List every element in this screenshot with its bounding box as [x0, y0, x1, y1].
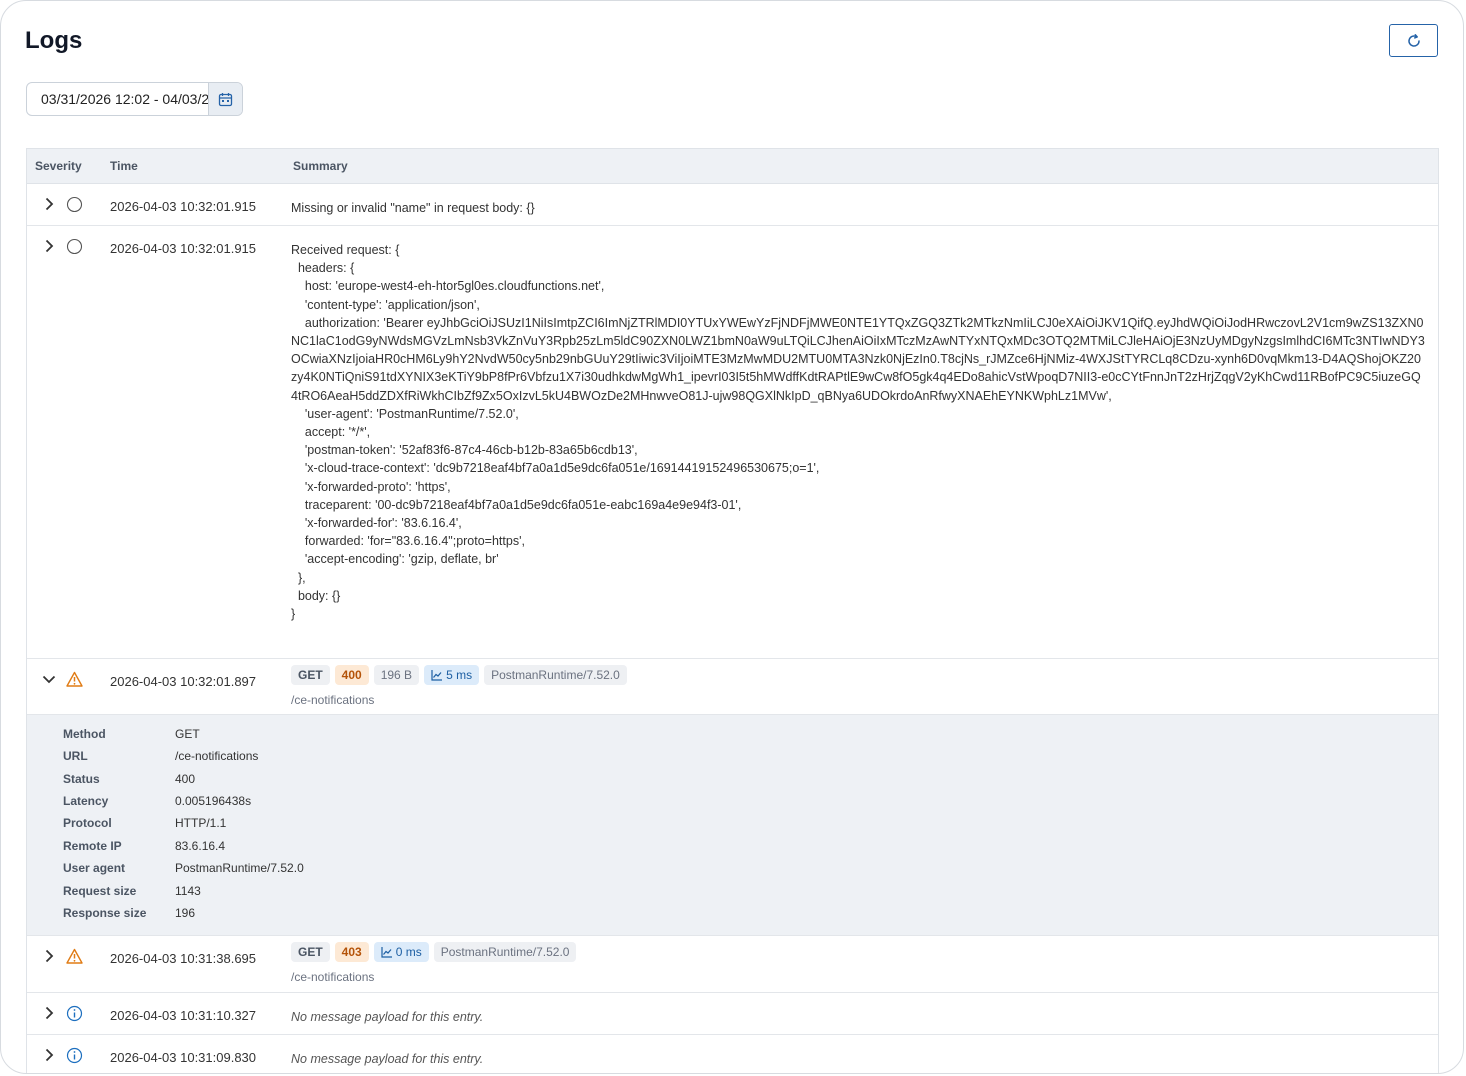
logs-panel: Logs 03/31/2026 12:02 - 04/03/2026 12:02… — [0, 0, 1464, 1074]
circle-icon — [66, 238, 83, 255]
calendar-button[interactable] — [208, 83, 242, 115]
status-badge: 400 — [334, 665, 369, 685]
log-time: 2026-04-03 10:31:10.327 — [110, 1008, 257, 1023]
table-row[interactable]: 2026-04-03 10:31:10.327 No message paylo… — [27, 993, 1438, 1035]
chevron-right-icon[interactable] — [41, 238, 57, 254]
table-row[interactable]: 2026-04-03 10:32:01.897 GET 400 196 B 5 … — [27, 659, 1438, 715]
log-time: 2026-04-03 10:32:01.915 — [110, 241, 257, 256]
log-time: 2026-04-03 10:31:38.695 — [110, 951, 257, 966]
log-time: 2026-04-03 10:31:09.830 — [110, 1050, 257, 1065]
size-badge: 196 B — [373, 665, 420, 685]
warning-triangle-icon — [66, 671, 83, 687]
calendar-icon — [218, 92, 233, 106]
page-title: Logs — [25, 27, 83, 54]
log-time: 2026-04-03 10:32:01.897 — [110, 674, 257, 689]
log-time: 2026-04-03 10:32:01.915 — [110, 199, 257, 214]
request-path: /ce-notifications — [291, 693, 375, 707]
table-header: Severity Time Summary — [27, 149, 1438, 184]
latency-value: 5 ms — [446, 667, 473, 682]
log-details: Method GET URL/ce-notifications Status 400… — [27, 715, 1438, 936]
logs-table: Severity Time Summary 2026-04-03 10:32:0… — [26, 148, 1439, 1073]
request-path: /ce-notifications — [291, 970, 375, 984]
table-row[interactable]: 2026-04-03 10:32:01.915 Missing or inval… — [27, 184, 1438, 226]
column-header-summary: Summary — [293, 159, 348, 173]
log-summary: Missing or invalid "name" in request bod… — [291, 201, 535, 215]
method-badge: GET — [291, 942, 330, 962]
user-agent-badge: PostmanRuntime/7.52.0 — [433, 942, 577, 962]
chevron-right-icon[interactable] — [41, 196, 57, 212]
chart-icon — [381, 947, 392, 958]
table-row[interactable]: 2026-04-03 10:31:38.695 GET 403 0 ms Pos… — [27, 936, 1438, 993]
user-agent-badge: PostmanRuntime/7.52.0 — [484, 665, 627, 685]
latency-badge: 5 ms — [424, 665, 480, 685]
log-summary: GET 403 0 ms PostmanRuntime/7.52.0 /ce-n… — [291, 942, 1426, 986]
chevron-right-icon[interactable] — [41, 948, 57, 964]
log-summary: Received request: { headers: { host: 'eu… — [291, 243, 1425, 622]
log-summary: No message payload for this entry. — [291, 1010, 484, 1024]
info-icon — [66, 1047, 83, 1064]
date-range-input[interactable]: 03/31/2026 12:02 - 04/03/2026 12:02 — [27, 83, 208, 115]
refresh-icon — [1407, 33, 1420, 47]
warning-triangle-icon — [66, 948, 83, 964]
log-summary: GET 400 196 B 5 ms PostmanRuntime/7.52.0… — [291, 665, 1426, 709]
refresh-button[interactable] — [1389, 24, 1438, 57]
column-header-time: Time — [110, 159, 138, 173]
circle-icon — [66, 196, 83, 213]
column-header-severity: Severity — [35, 159, 82, 173]
log-summary: No message payload for this entry. — [291, 1052, 484, 1066]
table-row[interactable]: 2026-04-03 10:32:01.915 Received request… — [27, 226, 1438, 659]
chevron-right-icon[interactable] — [41, 1047, 57, 1063]
chart-icon — [431, 670, 443, 681]
method-badge: GET — [291, 665, 330, 685]
date-range-picker[interactable]: 03/31/2026 12:02 - 04/03/2026 12:02 — [26, 82, 243, 116]
info-icon — [66, 1005, 83, 1022]
table-row[interactable]: 2026-04-03 10:31:09.830 No message paylo… — [27, 1035, 1438, 1073]
latency-badge: 0 ms — [373, 942, 429, 962]
status-badge: 403 — [334, 942, 369, 962]
chevron-down-icon[interactable] — [41, 671, 57, 687]
chevron-right-icon[interactable] — [41, 1005, 57, 1021]
latency-value: 0 ms — [395, 944, 422, 959]
